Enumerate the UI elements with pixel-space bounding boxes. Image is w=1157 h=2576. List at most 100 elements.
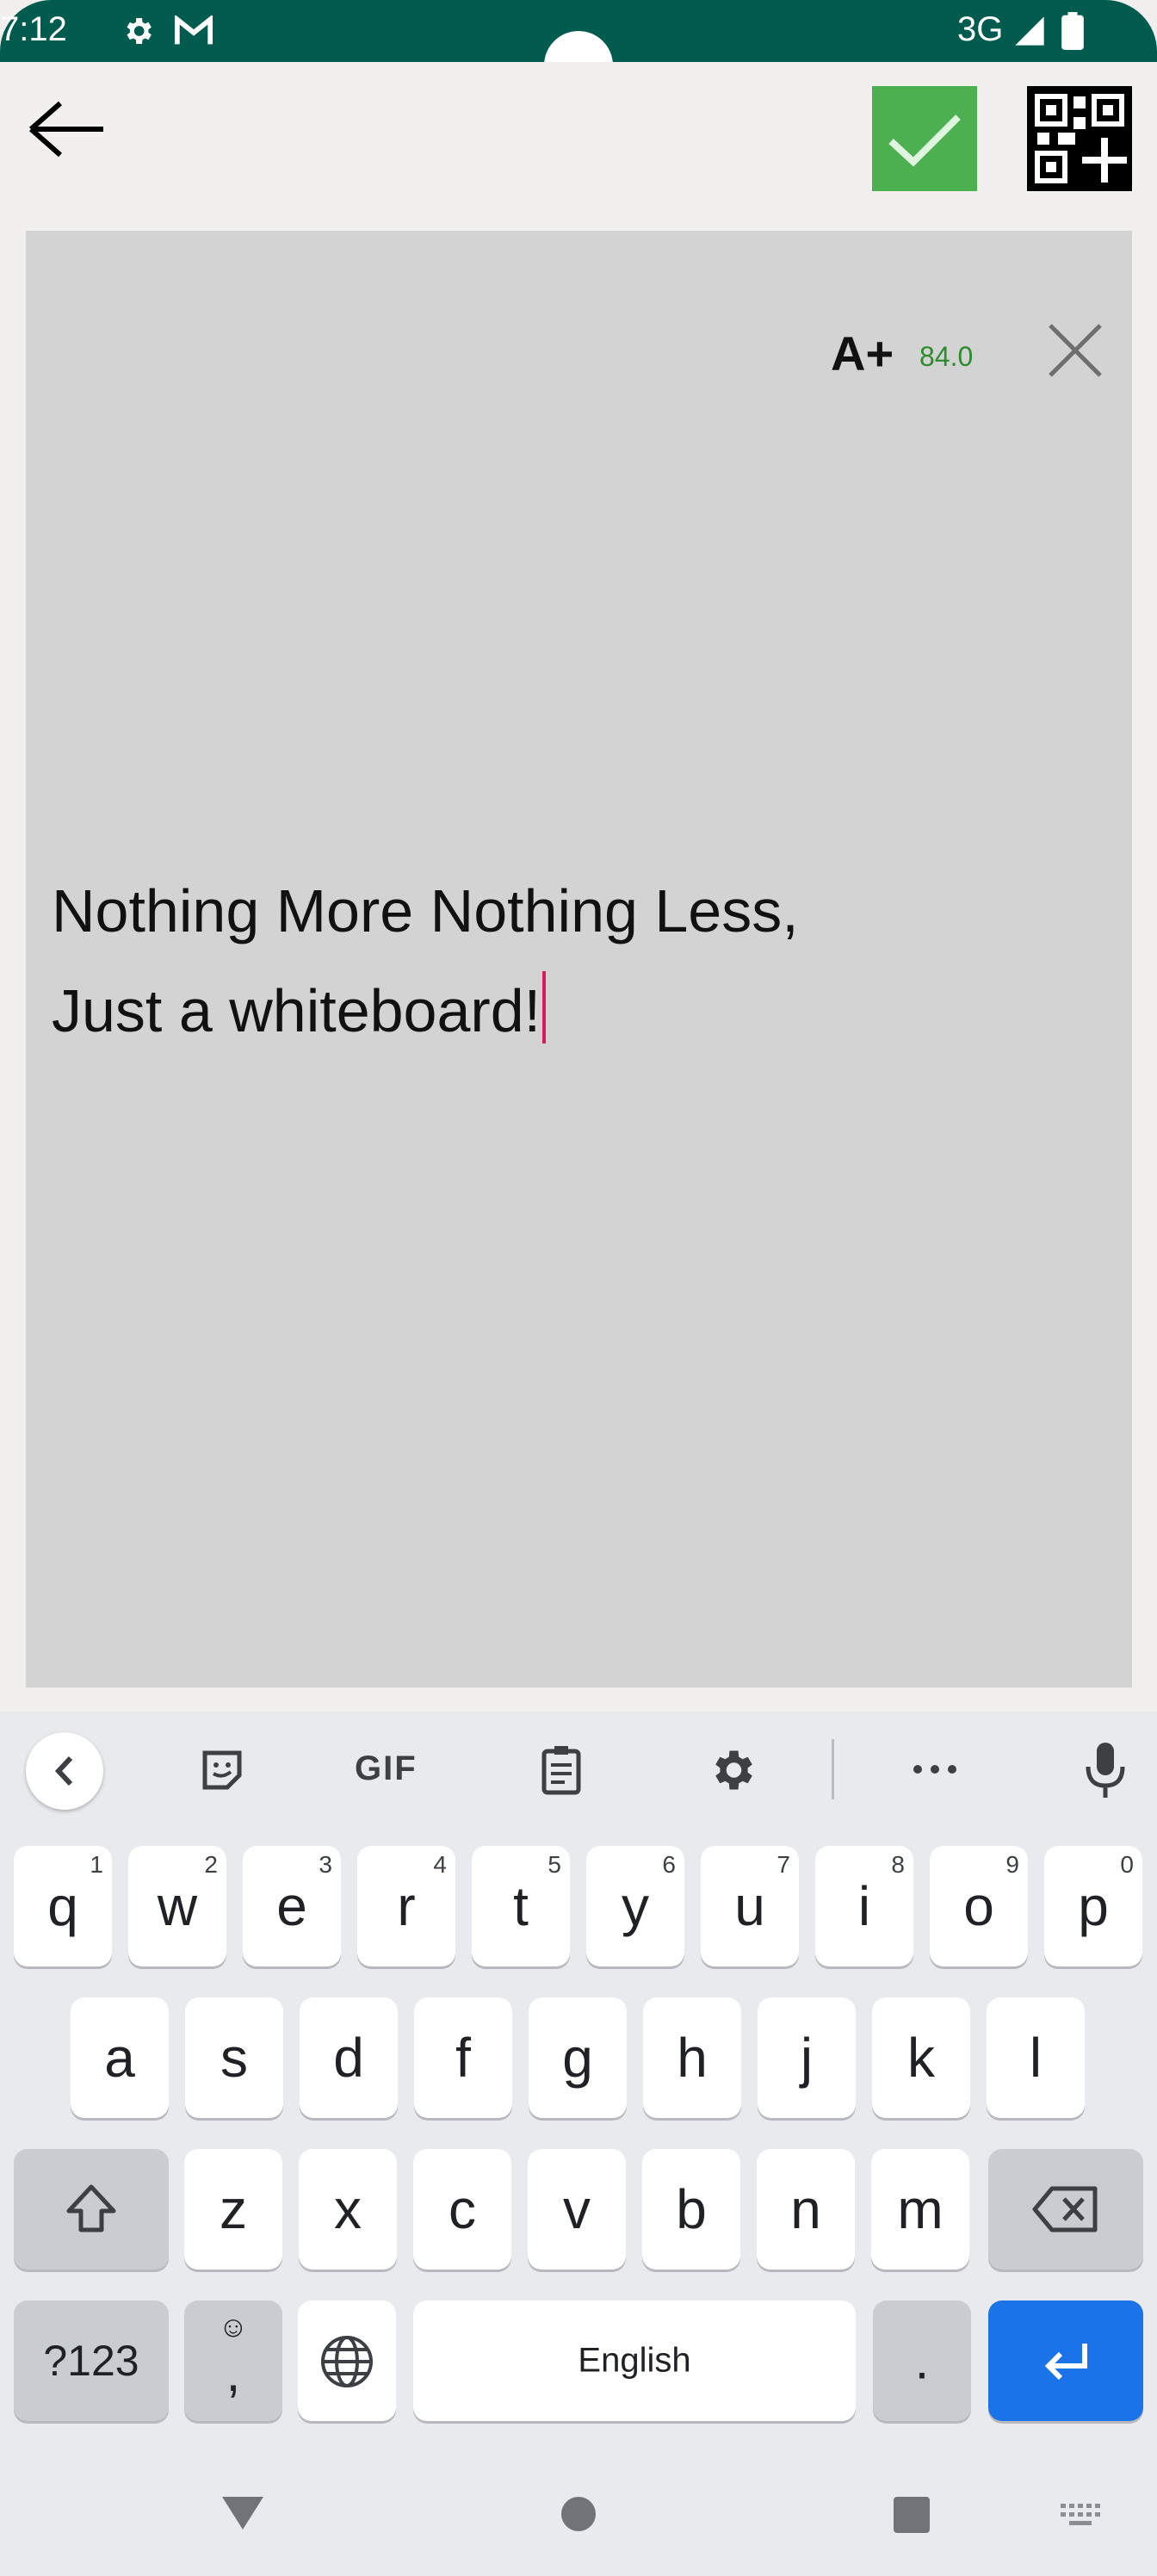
key-q-label: q xyxy=(47,1875,78,1937)
back-arrow-icon[interactable] xyxy=(26,95,108,164)
close-icon[interactable] xyxy=(1043,319,1107,382)
confirm-button[interactable] xyxy=(872,86,977,191)
key-u-hint: 7 xyxy=(776,1851,790,1878)
mic-icon[interactable] xyxy=(1080,1739,1131,1801)
key-k-label: k xyxy=(907,2027,935,2089)
key-o[interactable]: o9 xyxy=(930,1846,1028,1966)
key-y[interactable]: y6 xyxy=(586,1846,684,1966)
key-w-hint: 2 xyxy=(204,1851,218,1878)
text-cursor xyxy=(542,971,547,1043)
key-g-label: g xyxy=(562,2027,593,2089)
key-f-label: f xyxy=(455,2027,471,2089)
key-g[interactable]: g xyxy=(529,1997,627,2118)
shift-key[interactable] xyxy=(14,2149,169,2269)
key-h[interactable]: h xyxy=(643,1997,741,2118)
key-i-hint: 8 xyxy=(891,1851,905,1878)
comma-key[interactable]: ☺ , xyxy=(184,2300,282,2421)
backspace-key[interactable] xyxy=(988,2149,1143,2269)
text-line-2: Just a whiteboard! xyxy=(52,977,541,1044)
key-t-label: t xyxy=(513,1875,529,1937)
key-z-label: z xyxy=(220,2178,247,2240)
font-size-increase-button[interactable]: A+ xyxy=(831,325,894,381)
clipboard-icon[interactable] xyxy=(535,1743,587,1798)
key-u[interactable]: u7 xyxy=(701,1846,799,1966)
more-icon[interactable] xyxy=(909,1756,961,1782)
recents-icon[interactable] xyxy=(892,2495,931,2535)
key-t[interactable]: t5 xyxy=(472,1846,570,1966)
language-key[interactable] xyxy=(298,2300,396,2421)
key-j[interactable]: j xyxy=(758,1997,856,2118)
font-size-value: 84.0 xyxy=(919,341,974,372)
back-triangle-icon[interactable] xyxy=(220,2493,265,2531)
enter-icon xyxy=(1044,2344,1087,2381)
key-a[interactable]: a xyxy=(71,1997,169,2118)
key-x-label: x xyxy=(334,2178,362,2240)
signal-icon xyxy=(1015,16,1044,46)
key-y-label: y xyxy=(622,1875,649,1937)
period-key[interactable]: . xyxy=(873,2300,971,2421)
key-w[interactable]: w2 xyxy=(128,1846,226,1966)
qr-add-button[interactable] xyxy=(1027,86,1132,191)
key-t-hint: 5 xyxy=(548,1851,561,1878)
key-p[interactable]: p0 xyxy=(1044,1846,1142,1966)
key-n-label: n xyxy=(790,2178,821,2240)
key-l-label: l xyxy=(1029,2027,1043,2089)
key-w-label: w xyxy=(157,1875,198,1937)
status-time: 7:12 xyxy=(0,10,67,48)
key-d[interactable]: d xyxy=(300,1997,398,2118)
key-i-label: i xyxy=(857,1875,871,1937)
key-y-hint: 6 xyxy=(662,1851,676,1878)
key-c[interactable]: c xyxy=(413,2149,511,2269)
key-m[interactable]: m xyxy=(871,2149,969,2269)
whiteboard-text[interactable]: Nothing More Nothing Less, Just a whiteb… xyxy=(52,861,799,1061)
gif-button[interactable]: GIF xyxy=(355,1749,418,1788)
keyboard-collapse-button[interactable] xyxy=(26,1732,103,1810)
space-key[interactable]: English xyxy=(413,2300,856,2421)
globe-icon xyxy=(321,2336,373,2387)
key-d-label: d xyxy=(333,2027,364,2089)
qr-add-icon xyxy=(1035,94,1127,183)
key-s[interactable]: s xyxy=(185,1997,283,2118)
key-h-label: h xyxy=(677,2027,708,2089)
key-k[interactable]: k xyxy=(872,1997,970,2118)
chevron-left-icon xyxy=(54,1756,73,1786)
key-r-label: r xyxy=(397,1875,416,1937)
key-q[interactable]: q1 xyxy=(14,1846,112,1966)
key-u-label: u xyxy=(734,1875,765,1937)
key-f[interactable]: f xyxy=(414,1997,512,2118)
gear-icon xyxy=(127,18,152,44)
key-e-label: e xyxy=(276,1875,307,1937)
key-o-hint: 9 xyxy=(1005,1851,1019,1878)
period-label: . xyxy=(914,2331,930,2390)
key-o-label: o xyxy=(963,1875,994,1937)
key-x[interactable]: x xyxy=(299,2149,397,2269)
symbols-key[interactable]: ?123 xyxy=(14,2300,169,2421)
key-b-label: b xyxy=(676,2178,707,2240)
battery-icon xyxy=(1061,12,1084,50)
key-e[interactable]: e3 xyxy=(243,1846,341,1966)
enter-key[interactable] xyxy=(988,2300,1143,2421)
keyboard-switch-icon[interactable] xyxy=(1061,2504,1102,2528)
settings-icon[interactable] xyxy=(706,1744,758,1796)
toolbar-divider xyxy=(832,1739,834,1799)
key-l[interactable]: l xyxy=(987,1997,1085,2118)
check-icon xyxy=(888,115,961,167)
space-label: English xyxy=(578,2341,691,2380)
key-n[interactable]: n xyxy=(757,2149,855,2269)
key-i[interactable]: i8 xyxy=(815,1846,913,1966)
key-z[interactable]: z xyxy=(184,2149,282,2269)
backspace-icon xyxy=(1032,2186,1098,2232)
network-type: 3G xyxy=(957,10,1004,48)
key-v[interactable]: v xyxy=(528,2149,626,2269)
shift-icon xyxy=(66,2184,116,2232)
text-line-1: Nothing More Nothing Less, xyxy=(52,877,799,944)
app-bar xyxy=(0,62,1157,231)
key-a-label: a xyxy=(104,2027,135,2089)
home-icon[interactable] xyxy=(560,2495,597,2533)
key-r[interactable]: r4 xyxy=(357,1846,455,1966)
sticker-icon[interactable] xyxy=(196,1744,248,1796)
emoji-hint: ☺ xyxy=(218,2311,249,2344)
keyboard xyxy=(0,1712,1157,2576)
key-e-hint: 3 xyxy=(319,1851,332,1878)
key-b[interactable]: b xyxy=(642,2149,740,2269)
